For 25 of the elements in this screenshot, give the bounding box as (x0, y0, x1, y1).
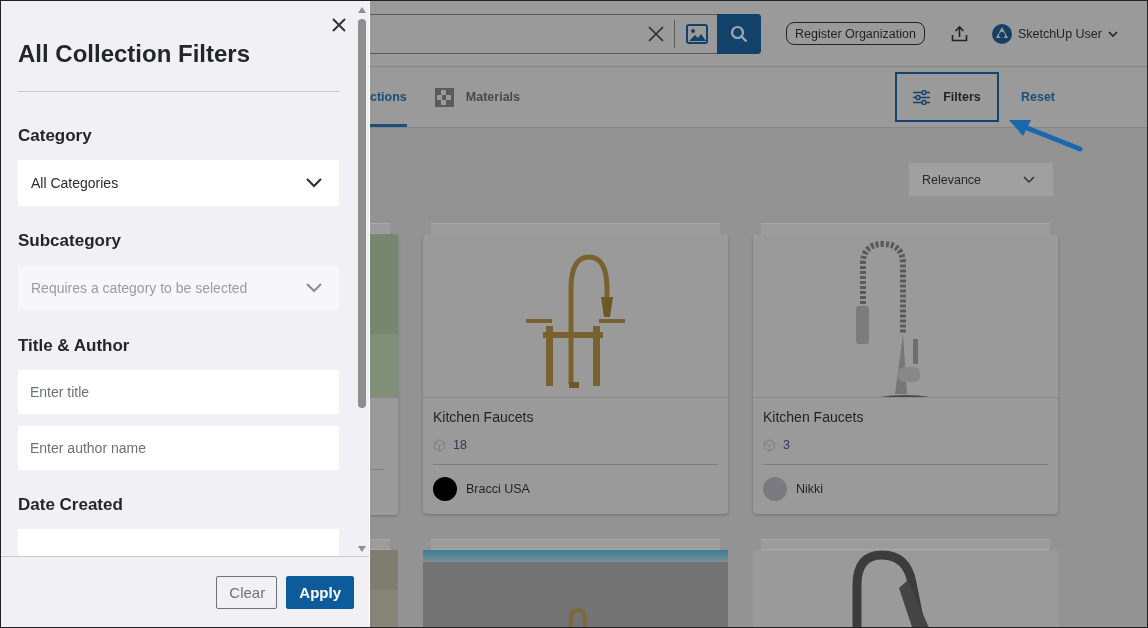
user-name[interactable]: SketchUp User (1017, 26, 1102, 41)
panel-title: All Collection Filters (18, 39, 252, 69)
section-label: Date Created (18, 495, 124, 515)
register-organization-button[interactable]: Register Organization (786, 22, 925, 45)
clear-button[interactable]: Clear (216, 575, 278, 609)
section-label: Title & Author (18, 336, 131, 356)
model-count: 18 (453, 438, 467, 452)
card-title: Kitchen Faucets (763, 409, 865, 425)
collection-card[interactable]: Kitchen Faucets 18 Bracci USA (423, 234, 728, 514)
collection-card[interactable]: Kitchen Faucets 3 Nikki (753, 234, 1058, 514)
section-label: Category (18, 126, 93, 146)
text-field[interactable]: Enter author name (18, 426, 339, 470)
model-count: 3 (783, 438, 790, 452)
section-label: Subcategory (18, 231, 122, 251)
author-name[interactable]: Nikki (796, 482, 824, 496)
tab[interactable]: ctions (370, 67, 407, 127)
author-name[interactable]: Bracci USA (466, 482, 530, 496)
sort-dropdown[interactable]: Relevance (909, 163, 1053, 196)
dropdown[interactable]: All Categories (18, 160, 339, 206)
tab[interactable]: Materials (434, 67, 520, 127)
apply-button[interactable]: Apply (286, 575, 354, 609)
filters-button[interactable]: Filters (894, 72, 999, 122)
card-title: Kitchen Faucets (433, 409, 535, 425)
text-field[interactable]: Enter title (18, 370, 339, 414)
reset-link[interactable]: Reset (1020, 90, 1055, 104)
